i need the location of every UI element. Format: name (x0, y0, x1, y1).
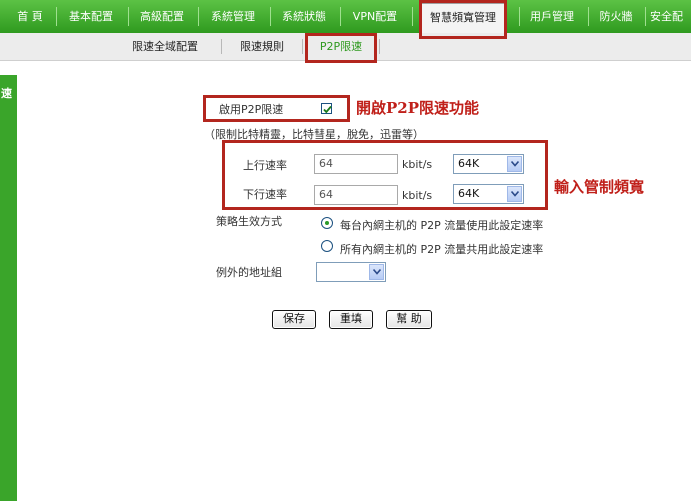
policy-label: 策略生效方式 (216, 215, 282, 228)
nav-divider (588, 7, 589, 26)
subtab-global-rate-config[interactable]: 限速全域配置 (120, 33, 210, 60)
reset-button[interactable]: 重填 (329, 310, 373, 329)
subnav-divider (221, 39, 222, 54)
nav-divider (645, 7, 646, 26)
policy-radio-shared[interactable] (321, 240, 333, 252)
nav-divider (56, 7, 57, 26)
exception-group-select[interactable] (316, 262, 386, 282)
download-rate-select[interactable]: 64K (453, 184, 524, 204)
nav-divider (270, 7, 271, 26)
tab-advanced-config[interactable]: 高級配置 (132, 0, 192, 33)
tab-basic-config[interactable]: 基本配置 (60, 0, 122, 33)
nav-divider (519, 7, 520, 26)
chevron-down-icon[interactable] (369, 264, 384, 280)
tab-system-status[interactable]: 系統狀態 (274, 0, 334, 33)
enable-p2p-checkbox[interactable] (321, 103, 332, 114)
upload-rate-unit: kbit/s (402, 158, 433, 171)
nav-divider (128, 7, 129, 26)
tab-home[interactable]: 首 頁 (8, 0, 52, 33)
help-button[interactable]: 幫 助 (386, 310, 432, 329)
upload-rate-select[interactable]: 64K (453, 154, 524, 174)
nav-divider (340, 7, 341, 26)
download-rate-unit: kbit/s (402, 189, 433, 202)
top-nav: 首 頁 基本配置 高級配置 系統管理 系統狀態 VPN配置 智慧頻寬管理 用戶管… (0, 0, 691, 34)
callout-bandwidth: 輸入管制頻寬 (554, 178, 645, 196)
subnav-divider (302, 39, 303, 54)
nav-divider (198, 7, 199, 26)
p2p-apps-note: （限制比特精靈，比特彗星，脫免，迅雷等） (204, 128, 424, 141)
checkmark-icon (323, 105, 332, 114)
tab-system-management[interactable]: 系統管理 (202, 0, 264, 33)
tab-security-config[interactable]: 安全配 (650, 0, 691, 33)
download-rate-select-value: 64K (458, 187, 480, 200)
download-rate-label: 下行速率 (243, 188, 287, 201)
highlight-box-smart-bandwidth (419, 0, 507, 39)
save-button[interactable]: 保存 (272, 310, 316, 329)
download-rate-input[interactable]: 64 (314, 185, 398, 205)
subnav-divider (379, 39, 380, 54)
policy-option-per-host[interactable]: 每台內網主机的 P2P 流量使用此設定速率 (340, 217, 543, 233)
tab-firewall[interactable]: 防火牆 (592, 0, 640, 33)
nav-divider (412, 7, 413, 26)
upload-rate-label: 上行速率 (243, 159, 287, 172)
upload-rate-select-value: 64K (458, 157, 480, 170)
chevron-down-icon[interactable] (507, 186, 522, 202)
callout-enable-p2p: 開啟P2P限速功能 (356, 99, 479, 117)
subtab-rate-rules[interactable]: 限速規則 (232, 33, 292, 60)
upload-rate-input[interactable]: 64 (314, 154, 398, 174)
chevron-down-icon[interactable] (507, 156, 522, 172)
left-side-bar: 速 (0, 75, 17, 501)
policy-radio-per-host[interactable] (321, 217, 333, 229)
tab-vpn-config[interactable]: VPN配置 (344, 0, 406, 33)
exception-group-label: 例外的地址組 (216, 266, 282, 279)
highlight-box-p2p-tab (305, 33, 377, 63)
side-label: 速 (1, 87, 12, 100)
policy-option-shared[interactable]: 所有內網主机的 P2P 流量共用此設定速率 (340, 241, 543, 257)
enable-p2p-label: 啟用P2P限速 (219, 103, 284, 116)
tab-user-management[interactable]: 用戶管理 (522, 0, 582, 33)
